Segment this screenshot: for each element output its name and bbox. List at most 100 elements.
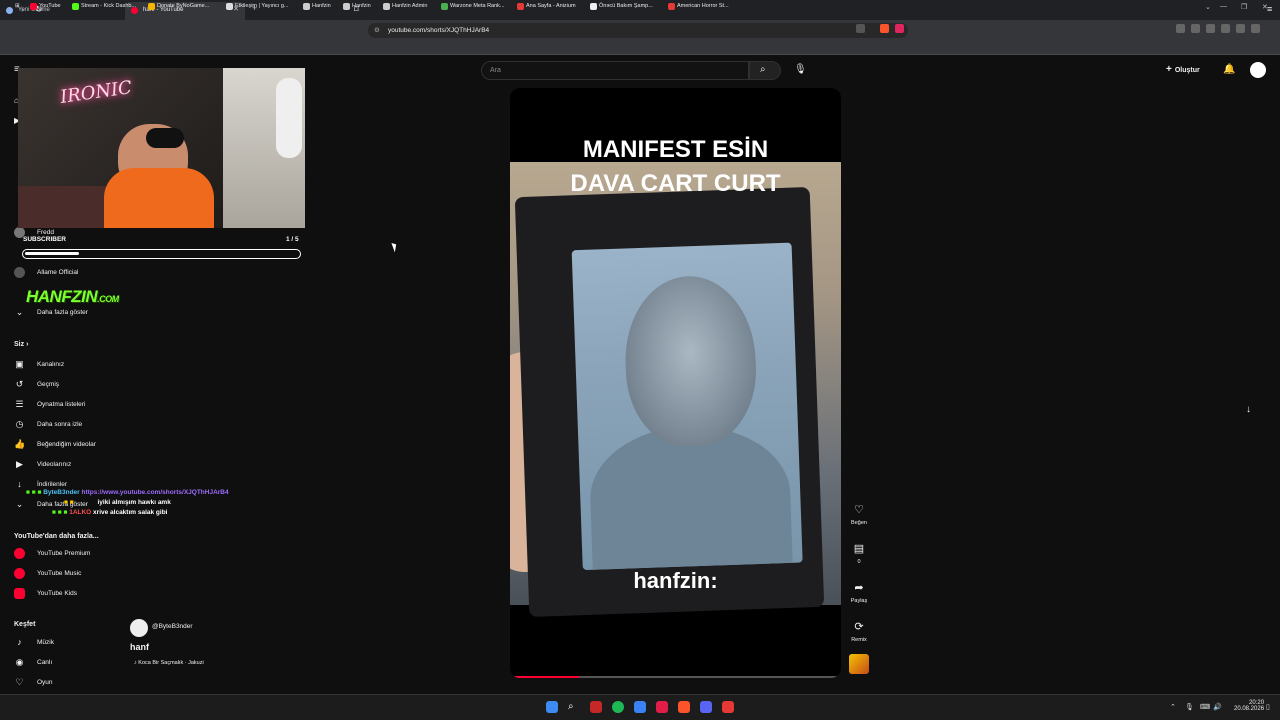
puzzle-icon[interactable] bbox=[1236, 24, 1245, 33]
brave-shield-icon[interactable] bbox=[880, 24, 889, 33]
sidebar-item-playlists[interactable]: ☰ Oynatma listeleri bbox=[14, 399, 85, 411]
app-icon[interactable] bbox=[590, 701, 602, 713]
sound-thumbnail[interactable] bbox=[849, 654, 869, 674]
progress-fill bbox=[514, 676, 579, 678]
bell-icon[interactable]: 🔔 bbox=[1223, 64, 1235, 75]
site-icon bbox=[226, 3, 233, 10]
bookmark-item[interactable]: Ana Sayfa - Anizium bbox=[517, 3, 576, 10]
bynogame-icon bbox=[148, 3, 155, 10]
search-input[interactable]: Ara bbox=[481, 61, 749, 80]
bookmark-item[interactable]: American Horror St... bbox=[668, 3, 729, 10]
wallet-icon[interactable] bbox=[1221, 24, 1230, 33]
channel-handle[interactable]: @ByteB3nder bbox=[152, 623, 193, 630]
app-icon[interactable] bbox=[656, 701, 668, 713]
bookmark-item[interactable]: Warzone Meta Rank... bbox=[441, 3, 505, 10]
app-icon[interactable] bbox=[722, 701, 734, 713]
sidebar-show-more[interactable]: ⌄ Daha fazla göster bbox=[14, 307, 88, 319]
sidebar-item-music[interactable]: YouTube Music bbox=[14, 568, 81, 580]
badge-icon: ■ ■ ■ bbox=[26, 489, 42, 496]
forward-arrow-icon[interactable]: › bbox=[21, 4, 24, 14]
clock[interactable]: 20:20 20.08.2026 bbox=[1234, 700, 1264, 712]
microphone-icon[interactable]: 🎙 bbox=[794, 64, 807, 75]
minimize-button[interactable]: — bbox=[1220, 3, 1227, 10]
portrait-face bbox=[622, 274, 759, 449]
heart-icon: ♡ bbox=[854, 504, 864, 516]
cast-icon[interactable] bbox=[856, 24, 865, 33]
channel-avatar bbox=[14, 267, 25, 278]
chat-message: ■ ■ ■ 1ALKO xrive alcaktım salak gibi bbox=[52, 509, 167, 516]
account-avatar[interactable] bbox=[1250, 62, 1266, 78]
volume-icon[interactable]: 🔊 bbox=[1213, 703, 1222, 711]
search-icon: ⌕ bbox=[760, 64, 766, 75]
sidebar-item-watch-later[interactable]: ◷ Daha sonra izle bbox=[14, 419, 83, 431]
sidebar-item-channel[interactable]: ▣ Kanalınız bbox=[14, 359, 64, 371]
shorts-player[interactable]: MANIFEST ESİN DAVA CART CURT hanfzin: bbox=[510, 88, 841, 678]
sound-link[interactable]: ♪ Koca Bir Saçmalık · Jakuzi bbox=[134, 660, 204, 666]
sidebar-item-music-explore[interactable]: ♪ Müzik bbox=[14, 637, 54, 649]
windows-start-icon[interactable] bbox=[546, 701, 558, 713]
bookmark-item[interactable]: YouTube bbox=[30, 3, 61, 10]
bookmark-item[interactable]: Önəcü Bakım Şamp... bbox=[590, 3, 653, 10]
warzone-icon bbox=[441, 3, 448, 10]
youtube-icon bbox=[30, 3, 37, 10]
badge-icon: ■ ■ ■ bbox=[52, 509, 68, 516]
next-short-arrow-icon[interactable]: ↓ bbox=[1246, 404, 1251, 415]
search-icon[interactable]: ⌕ bbox=[568, 701, 580, 713]
bookmark-item[interactable]: Etkileşim | Yayıncı g... bbox=[226, 3, 289, 10]
sidebar-you-header[interactable]: Siz › bbox=[14, 341, 28, 348]
sidebar-item-live[interactable]: ◉ Canlı bbox=[14, 657, 53, 669]
sidebar-icon[interactable] bbox=[1206, 24, 1215, 33]
comments-button[interactable]: ▤ 0 bbox=[844, 542, 874, 565]
sidebar-item-liked[interactable]: 👍 Beğendiğim videolar bbox=[14, 439, 96, 451]
badge-icon: ■ ■ bbox=[64, 499, 74, 506]
remix-button[interactable]: ⟳ Remix bbox=[844, 620, 874, 643]
menu-icon[interactable]: ≡ bbox=[1267, 4, 1272, 14]
chevron-right-icon: › bbox=[26, 341, 29, 348]
extension-icon[interactable] bbox=[1176, 24, 1185, 33]
bookmarks-bar bbox=[0, 40, 1280, 55]
bookmark-item[interactable]: Hanfzin bbox=[343, 3, 371, 10]
youtube-premium-icon bbox=[14, 548, 25, 559]
bookmark-item[interactable]: Hanfzin bbox=[303, 3, 331, 10]
sidebar-item-gaming[interactable]: ♡ Oyun bbox=[14, 677, 52, 689]
network-icon[interactable]: ⌨ bbox=[1200, 703, 1210, 711]
bookmark-item[interactable]: Hanfzin Admin bbox=[383, 3, 427, 10]
notification-icon[interactable]: ▯ bbox=[1266, 703, 1270, 711]
subscriber-goal-count: 1 / 5 bbox=[286, 236, 299, 243]
app-icon[interactable] bbox=[634, 701, 646, 713]
channel-avatar[interactable] bbox=[130, 619, 148, 637]
youtube-kids-icon bbox=[14, 588, 25, 599]
wallet bbox=[514, 186, 825, 618]
discord-icon[interactable] bbox=[700, 701, 712, 713]
sidebar-sub-allame[interactable]: Allame Official bbox=[14, 267, 78, 279]
tray-chevron-icon[interactable]: ⌃ bbox=[1170, 703, 1176, 711]
chevron-down-icon[interactable]: ⌄ bbox=[1205, 3, 1211, 11]
doc-icon bbox=[590, 3, 597, 10]
share-button[interactable]: ➦ Paylaş bbox=[844, 581, 874, 604]
create-button[interactable]: + Oluştur bbox=[1166, 64, 1200, 75]
address-bar[interactable]: ⚙ youtube.com/shorts/XJQThHJArB4 bbox=[368, 23, 908, 38]
subscriber-goal-label: SUBSCRIBER bbox=[23, 236, 66, 243]
site-icon bbox=[668, 3, 675, 10]
bookmark-item[interactable]: Stream - Kick Dashb... bbox=[72, 3, 136, 10]
brave-rewards-icon[interactable] bbox=[895, 24, 904, 33]
short-title-line2: DAVA CART CURT bbox=[570, 170, 781, 197]
search-button[interactable]: ⌕ bbox=[749, 61, 781, 80]
sidebar-item-premium[interactable]: YouTube Premium bbox=[14, 548, 90, 560]
mic-tray-icon[interactable]: 🎙 bbox=[1185, 703, 1194, 711]
chevron-down-icon: ⌄ bbox=[15, 499, 24, 509]
music-extension-icon[interactable] bbox=[1191, 24, 1200, 33]
like-button[interactable]: ♡ Beğen bbox=[844, 503, 874, 526]
brave-icon[interactable] bbox=[678, 701, 690, 713]
maximize-button[interactable]: ❐ bbox=[1241, 3, 1247, 11]
sidebar-item-history[interactable]: ↺ Geçmiş bbox=[14, 379, 59, 391]
subscriber-goal-bar bbox=[22, 249, 301, 259]
site-info-icon[interactable]: ⚙ bbox=[374, 23, 380, 38]
sidebar-item-kids[interactable]: YouTube Kids bbox=[14, 588, 77, 600]
sidebar-item-your-videos[interactable]: ▶ Videolarınız bbox=[14, 459, 71, 471]
apps-icon[interactable]: ⊞ bbox=[6, 3, 20, 9]
spotify-icon[interactable] bbox=[612, 701, 624, 713]
vpn-icon[interactable] bbox=[1251, 24, 1260, 33]
bookmark-item[interactable]: Donate ByNoGame... bbox=[148, 3, 209, 10]
channel-icon: ▣ bbox=[15, 359, 24, 369]
